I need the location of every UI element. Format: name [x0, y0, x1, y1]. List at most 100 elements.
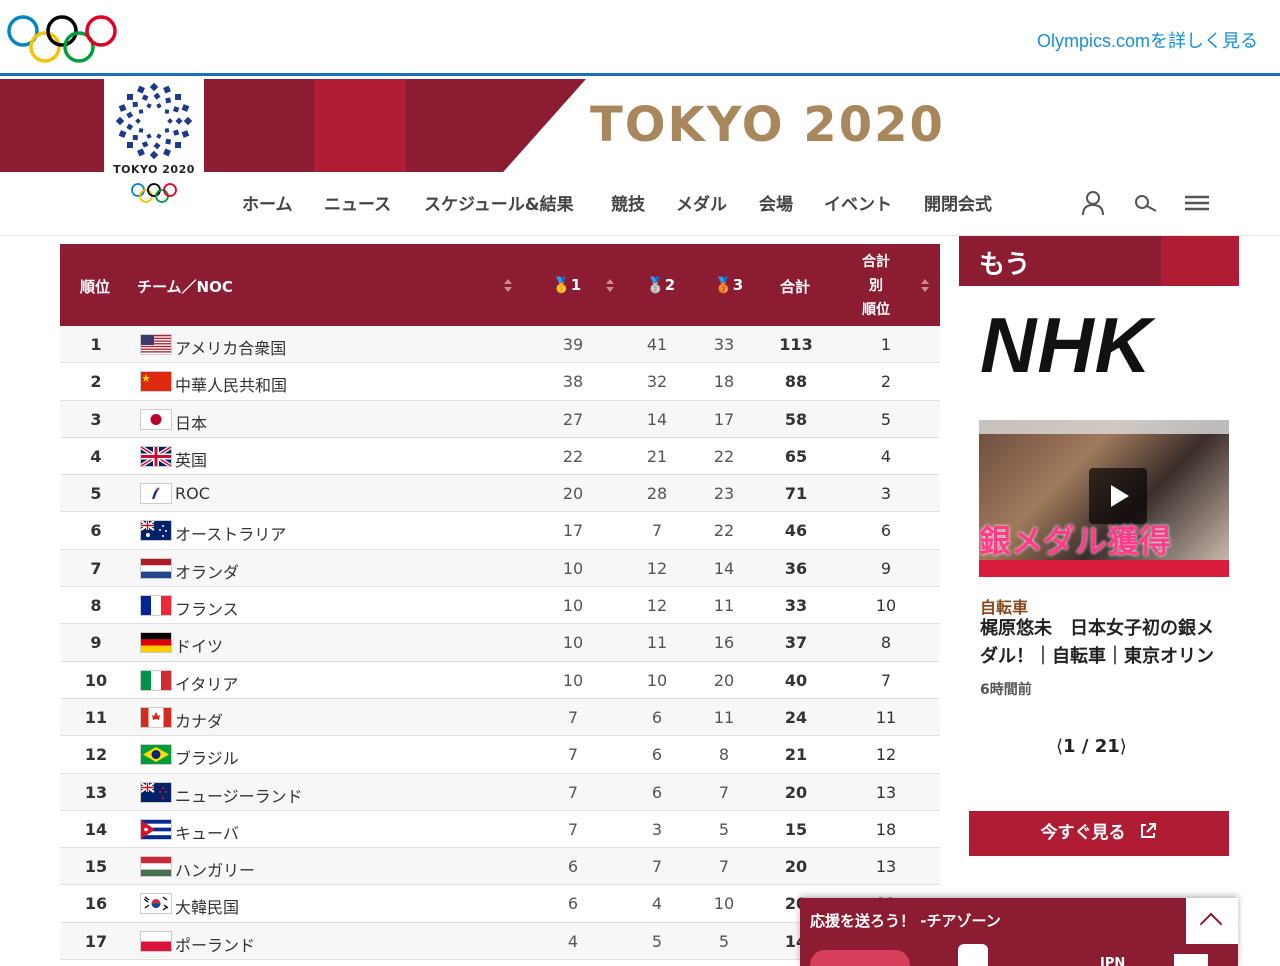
- chevron-right-icon[interactable]: ⟩: [1120, 736, 1127, 757]
- nav-item-schedule[interactable]: スケジュール&結果: [424, 190, 574, 215]
- bronze-count: 20: [713, 670, 735, 690]
- team-name[interactable]: イタリア: [175, 671, 238, 695]
- header-team[interactable]: チーム／NOC: [137, 276, 233, 297]
- table-row[interactable]: 2 中華人民共和国 38 32 18 88 2: [60, 363, 940, 401]
- header-bronze[interactable]: 🥉3: [714, 276, 743, 294]
- table-row[interactable]: 1 アメリカ合衆国 39 41 33 113 1: [60, 326, 940, 364]
- team-name[interactable]: ポーランド: [175, 932, 255, 956]
- video-title[interactable]: 梶原悠未 日本女子初の銀メダル！｜自転車｜東京オリンピック: [980, 615, 1230, 671]
- video-caption: 銀メダル獲得: [979, 522, 1172, 560]
- bronze-count: 10: [713, 894, 735, 914]
- table-row[interactable]: 3 日本 27 14 17 58 5: [60, 400, 940, 438]
- team-name[interactable]: 中華人民共和国: [175, 372, 287, 396]
- header-gold[interactable]: 🥇1: [552, 276, 581, 294]
- table-row[interactable]: 11 カナダ 7 6 11 24 11: [60, 698, 940, 737]
- video-top-strip: [979, 420, 1229, 434]
- nav-item-medals[interactable]: メダル: [676, 190, 727, 215]
- watch-now-button[interactable]: 今すぐ見る: [969, 811, 1229, 856]
- team-name[interactable]: ROC: [175, 484, 210, 503]
- korea-flag-icon: [140, 893, 172, 915]
- team-name[interactable]: カナダ: [175, 708, 223, 732]
- team-name[interactable]: オーストラリア: [175, 521, 286, 545]
- header-rank[interactable]: 順位: [80, 276, 110, 297]
- sort-icon[interactable]: [606, 279, 614, 293]
- usa-flag-icon: [140, 334, 172, 355]
- silver-count: 21: [646, 446, 668, 466]
- gold-count: 10: [562, 670, 584, 690]
- cheer-zone: 応援を送ろう！ -チアゾーン JPN: [800, 898, 1238, 966]
- uk-flag-icon: [140, 445, 172, 467]
- table-row[interactable]: 13 ニュージーランド 7 6 7 20 13: [60, 773, 940, 811]
- total-rank: 9: [880, 558, 892, 578]
- team-name[interactable]: キューバ: [175, 820, 239, 844]
- search-icon[interactable]: [1132, 190, 1158, 216]
- tokyo2020-emblem[interactable]: TOKYO 2020: [104, 79, 204, 213]
- table-row[interactable]: 5 ROC 20 28 23 71 3: [60, 475, 940, 513]
- nav-item-events[interactable]: イベント: [824, 190, 892, 215]
- rank-cell: 5: [90, 484, 102, 504]
- bronze-count: 7: [718, 857, 730, 877]
- table-row[interactable]: 7 オランダ 10 12 14 36 9: [60, 549, 940, 588]
- video-thumbnail[interactable]: 銀メダル獲得: [979, 420, 1229, 577]
- cheer-button[interactable]: [810, 950, 910, 966]
- sort-icon[interactable]: [921, 279, 929, 293]
- table-row[interactable]: 12 ブラジル 7 6 8 21 12: [60, 736, 940, 774]
- sidebar-header-text: もう: [979, 250, 1031, 280]
- team-name[interactable]: ドイツ: [175, 633, 223, 657]
- header-silver[interactable]: 🥈2: [646, 276, 675, 294]
- pager-total: 21: [1094, 736, 1120, 757]
- header-total-rank-line: 順位: [862, 302, 890, 318]
- header-total[interactable]: 合計: [780, 276, 810, 297]
- gold-count: 10: [562, 596, 584, 616]
- table-row[interactable]: 6 オーストラリア 17 7 22 46 6: [60, 512, 940, 550]
- cheer-team-code: JPN: [1100, 956, 1126, 966]
- header-total-rank-line: 合計: [862, 254, 890, 270]
- table-row[interactable]: 15 ハンガリー 6 7 7 20 13: [60, 848, 940, 886]
- user-icon[interactable]: [1080, 190, 1106, 216]
- team-name[interactable]: ハンガリー: [175, 857, 255, 881]
- team-name[interactable]: アメリカ合衆国: [175, 335, 286, 359]
- table-header: 順位 チーム／NOC 🥇1 🥈2 🥉3 合計 合計 別 順位: [60, 244, 940, 326]
- bronze-count: 23: [713, 484, 735, 504]
- silver-count: 41: [646, 335, 668, 354]
- chevron-left-icon[interactable]: ⟨: [1056, 736, 1063, 757]
- table-row[interactable]: 9 ドイツ 10 11 16 37 8: [60, 624, 940, 662]
- canada-flag-icon: [140, 706, 172, 728]
- nhk-logo[interactable]: NHK: [980, 300, 1152, 391]
- table-row[interactable]: 4 英国 22 21 22 65 4: [60, 438, 940, 476]
- silver-count: 7: [651, 521, 663, 541]
- bronze-count: 17: [713, 409, 735, 429]
- gold-count: 7: [567, 745, 579, 765]
- team-name[interactable]: 英国: [175, 447, 207, 471]
- team-name[interactable]: 大韓民国: [175, 894, 239, 918]
- nav-item-ceremonies[interactable]: 開閉会式: [924, 190, 992, 215]
- table-row[interactable]: 10 イタリア 10 10 20 40 7: [60, 662, 940, 699]
- team-name[interactable]: フランス: [175, 596, 239, 620]
- olympics-com-link[interactable]: Olympics.comを詳しく見る: [1037, 27, 1258, 53]
- header-total-rank[interactable]: 合計 別 順位: [860, 250, 892, 322]
- bronze-count: 22: [713, 521, 735, 541]
- total-count: 46: [784, 521, 808, 541]
- olympic-rings-icon[interactable]: [6, 14, 118, 66]
- nav-item-home[interactable]: ホーム: [242, 190, 293, 215]
- chevron-up-icon[interactable]: [1186, 898, 1238, 944]
- silver-count: 6: [651, 707, 663, 727]
- nav-item-news[interactable]: ニュース: [324, 190, 391, 215]
- total-count: 71: [784, 484, 808, 504]
- table-row[interactable]: 14 キューバ 7 3 5 15 18: [60, 811, 940, 849]
- menu-icon[interactable]: [1184, 190, 1210, 216]
- silver-count: 3: [651, 819, 663, 839]
- sort-icon[interactable]: [504, 279, 512, 293]
- team-name[interactable]: ニュージーランド: [175, 783, 303, 807]
- gold-count: 27: [562, 409, 584, 429]
- header-total-rank-line: 別: [869, 278, 883, 294]
- team-name[interactable]: オランダ: [175, 559, 239, 583]
- table-row[interactable]: 8 フランス 10 12 11 33 10: [60, 587, 940, 625]
- china-flag-icon: [140, 371, 172, 393]
- nav-item-sports[interactable]: 競技: [611, 190, 645, 215]
- team-name[interactable]: ブラジル: [175, 745, 239, 769]
- banner-shape: [406, 79, 586, 172]
- team-name[interactable]: 日本: [175, 410, 207, 434]
- total-count: 65: [784, 446, 808, 466]
- nav-item-venues[interactable]: 会場: [759, 190, 793, 215]
